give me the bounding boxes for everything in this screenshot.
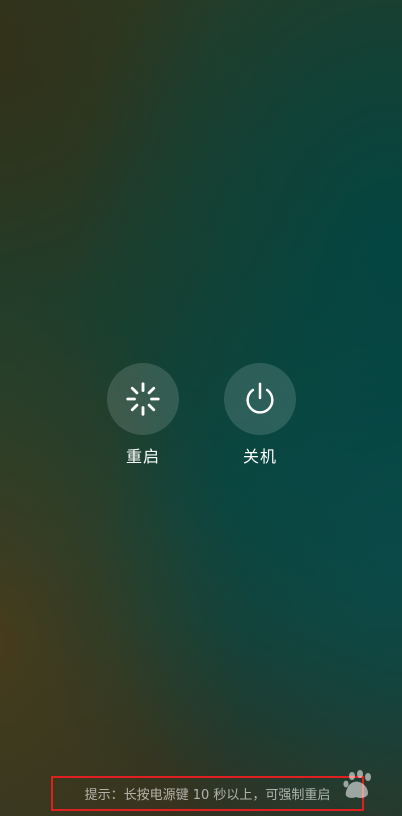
power-off-action[interactable]: 关机 bbox=[224, 363, 296, 467]
power-menu-screen: 重启 关机 提示：长按电源键 10 秒以上，可强制重启 bbox=[0, 0, 402, 816]
baidu-jingyan-watermark-icon bbox=[280, 766, 372, 802]
restart-label: 重启 bbox=[125, 447, 160, 466]
power-off-button[interactable] bbox=[224, 363, 296, 435]
power-off-label: 关机 bbox=[242, 447, 277, 466]
power-icon bbox=[246, 382, 274, 414]
restart-icon bbox=[126, 382, 160, 416]
restart-button[interactable] bbox=[107, 363, 179, 435]
restart-action[interactable]: 重启 bbox=[107, 363, 179, 467]
